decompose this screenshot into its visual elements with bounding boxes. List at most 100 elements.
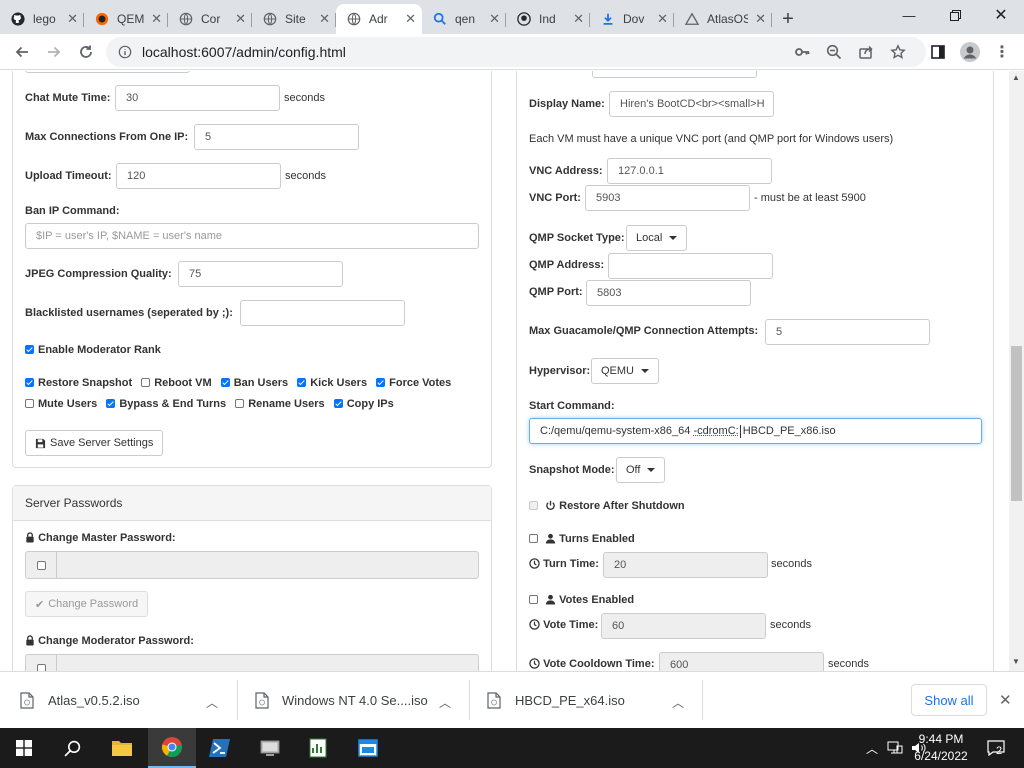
tab-7[interactable]: Ind ✕ [506, 4, 590, 34]
rename-users-checkbox[interactable] [235, 399, 245, 408]
close-icon[interactable]: ✕ [755, 11, 766, 27]
close-download-bar-icon[interactable]: ✕ [999, 691, 1012, 709]
display-name-input[interactable]: Hiren's BootCD<br><small>H [609, 91, 774, 117]
reload-button[interactable] [70, 36, 102, 68]
tab-5-active[interactable]: Adr ✕ [336, 4, 422, 34]
profile-button[interactable] [954, 36, 986, 68]
zoom-button[interactable] [818, 36, 850, 68]
close-icon[interactable]: ✕ [489, 11, 500, 27]
vote-cooldown-input[interactable]: 600 [659, 652, 824, 671]
network-icon[interactable] [887, 741, 903, 755]
close-icon[interactable]: ✕ [151, 11, 162, 27]
vnc-port-input[interactable]: 5903 [585, 185, 750, 211]
hypervisor-dropdown[interactable]: QEMU [591, 358, 659, 384]
tab-6[interactable]: qen ✕ [422, 4, 506, 34]
start-command-input[interactable]: C:/qemu/qemu-system-x86_64 -cdrom C: HBCD_… [529, 418, 982, 444]
taskbar-app-4[interactable] [246, 728, 294, 768]
search-button[interactable] [48, 728, 96, 768]
scrollbar-thumb[interactable] [1011, 346, 1022, 501]
reboot-vm-checkbox[interactable] [141, 378, 151, 387]
save-server-settings-button[interactable]: Save Server Settings [25, 430, 164, 456]
chevron-up-icon[interactable]: ︿ [439, 694, 451, 711]
notification-center-button[interactable]: 2 [984, 728, 1008, 768]
chevron-up-icon[interactable]: ︿ [672, 694, 684, 711]
qmp-socket-type-dropdown[interactable]: Local [626, 225, 688, 251]
qmp-address-input[interactable] [608, 253, 773, 279]
bypass-turns-checkbox[interactable] [106, 399, 116, 408]
show-all-downloads-button[interactable]: Show all [911, 684, 987, 716]
tab-1[interactable]: lego ✕ [0, 4, 84, 34]
votes-enabled-checkbox[interactable] [529, 595, 538, 604]
tab-2[interactable]: QEM ✕ [84, 4, 168, 34]
new-tab-button[interactable]: + [772, 4, 804, 34]
mute-users-checkbox[interactable] [25, 399, 34, 408]
back-button[interactable] [6, 36, 38, 68]
side-panel-button[interactable] [922, 36, 954, 68]
qmp-port-input[interactable]: 5803 [586, 280, 751, 306]
clock[interactable]: 9:44 PM 6/24/2022 [912, 728, 970, 768]
start-button[interactable] [0, 728, 48, 768]
kick-users-checkbox[interactable] [297, 378, 307, 387]
ban-ip-input[interactable]: $IP = user's IP, $NAME = user's name [25, 223, 479, 249]
turns-enabled-checkbox[interactable] [529, 534, 538, 543]
max-connections-input[interactable]: 5 [194, 124, 359, 150]
vote-time-label-row: Vote Time: [529, 619, 598, 631]
moderator-password-toggle-checkbox[interactable] [37, 663, 46, 671]
tab-8[interactable]: Dov ✕ [590, 4, 674, 34]
previous-field-input[interactable] [25, 71, 190, 73]
restore-snapshot-checkbox[interactable] [25, 378, 34, 387]
share-button[interactable] [850, 36, 882, 68]
ban-users-checkbox[interactable] [220, 378, 230, 387]
restore-after-shutdown-checkbox[interactable] [529, 501, 538, 510]
copy-ips-checkbox[interactable] [333, 399, 343, 408]
page-scrollbar[interactable]: ▲ ▼ [1009, 71, 1024, 671]
user-icon [545, 533, 556, 544]
upload-timeout-input[interactable]: 120 [116, 163, 281, 189]
chevron-up-icon[interactable]: ︿ [206, 694, 218, 711]
download-item-1[interactable]: Atlas_v0.5.2.iso [20, 672, 220, 728]
enable-moderator-checkbox[interactable] [25, 345, 34, 354]
tab-4[interactable]: Site ✕ [252, 4, 336, 34]
tab-3[interactable]: Cor ✕ [168, 4, 252, 34]
force-votes-checkbox[interactable] [376, 378, 386, 387]
master-password-toggle-checkbox[interactable] [37, 560, 46, 570]
vnc-address-input[interactable]: 127.0.0.1 [607, 158, 772, 184]
clock-time: 9:44 PM [918, 732, 964, 746]
download-item-2[interactable]: Windows NT 4.0 Se....iso [255, 672, 455, 728]
scroll-down-icon[interactable]: ▼ [1012, 657, 1020, 666]
chat-mute-input[interactable]: 30 [115, 85, 280, 111]
password-key-button[interactable] [786, 36, 818, 68]
scroll-up-icon[interactable]: ▲ [1012, 73, 1020, 82]
close-icon[interactable]: ✕ [573, 11, 584, 27]
change-password-button[interactable]: ✔ Change Password [25, 591, 149, 617]
taskbar-chrome[interactable] [148, 728, 196, 768]
close-icon[interactable]: ✕ [657, 11, 668, 27]
forward-button[interactable] [38, 36, 70, 68]
jpeg-quality-input[interactable]: 75 [178, 261, 343, 287]
tab-9[interactable]: AtlasOS ✕ [674, 4, 772, 34]
chevron-up-icon[interactable]: ︿ [866, 740, 878, 757]
master-password-input[interactable] [56, 551, 479, 579]
taskbar-powershell[interactable] [196, 728, 244, 768]
vote-time-input[interactable]: 60 [601, 613, 766, 639]
taskbar-app-6[interactable] [344, 728, 392, 768]
snapshot-mode-dropdown[interactable]: Off [616, 457, 666, 483]
bookmark-button[interactable] [882, 36, 914, 68]
max-attempts-input[interactable]: 5 [765, 319, 930, 345]
previous-vm-field-input[interactable] [592, 71, 757, 78]
menu-button[interactable]: ⋮ [986, 36, 1018, 68]
close-icon[interactable]: ✕ [235, 11, 246, 27]
minimize-button[interactable]: — [886, 0, 932, 30]
turn-time-input[interactable]: 20 [603, 552, 768, 578]
download-icon [600, 11, 616, 27]
close-icon[interactable]: ✕ [319, 11, 330, 27]
close-icon[interactable]: ✕ [405, 11, 416, 27]
moderator-password-input[interactable] [56, 654, 479, 671]
download-item-3[interactable]: HBCD_PE_x64.iso [487, 672, 667, 728]
close-window-button[interactable]: ✕ [978, 0, 1024, 30]
taskbar-file-explorer[interactable] [98, 728, 146, 768]
taskbar-app-5[interactable] [294, 728, 342, 768]
blacklist-input[interactable] [240, 300, 405, 326]
restore-button[interactable] [932, 0, 978, 30]
close-icon[interactable]: ✕ [67, 11, 78, 27]
